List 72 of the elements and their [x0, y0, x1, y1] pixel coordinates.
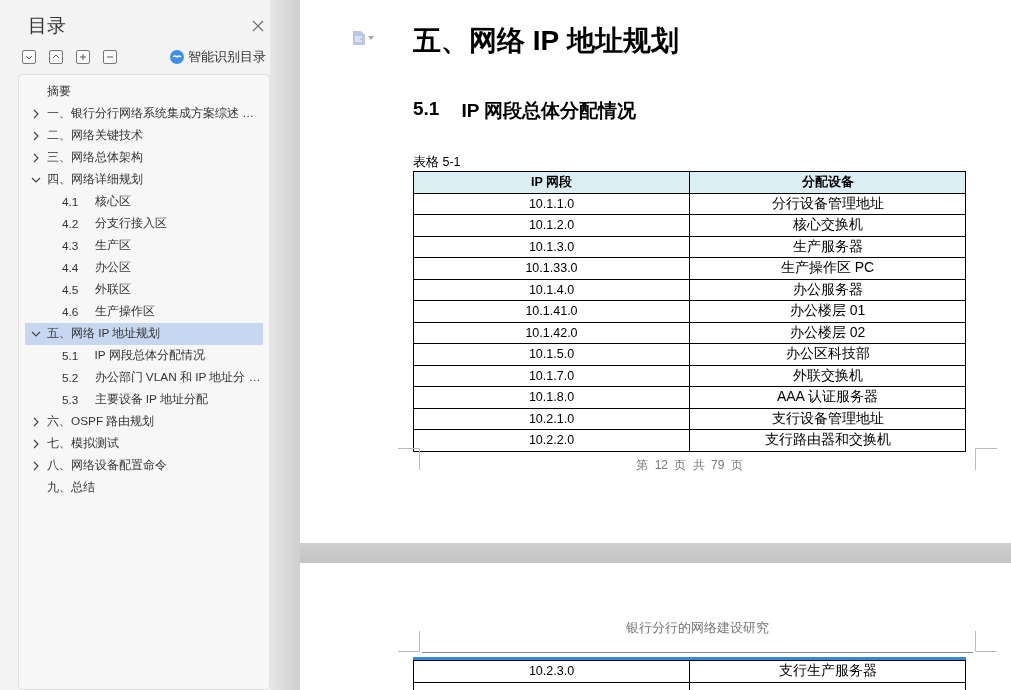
table-cell: 10.1.4.0: [413, 279, 690, 301]
toc-subitem[interactable]: 5.1 IP 网段总体分配情况: [25, 345, 263, 367]
table-cell: 核心交换机: [689, 214, 966, 236]
toc-subitem[interactable]: 5.2 办公部门 VLAN 和 IP 地址分 …: [25, 367, 263, 389]
table-cell: 分行设备管理地址: [689, 193, 966, 215]
table-cell: 办公楼层 01: [689, 300, 966, 322]
toc-subitem[interactable]: 4.6 生产操作区: [25, 301, 263, 323]
table-cell: 支行生产服务器: [689, 660, 966, 682]
toc-item[interactable]: 三、网络总体架构: [25, 147, 263, 169]
table-cell: 10.1.5.0: [413, 343, 690, 365]
toc-item[interactable]: 一、银行分行网络系统集成方案综述 …: [25, 103, 263, 125]
table-cell: 办公服务器: [689, 279, 966, 301]
toc-item[interactable]: 二、网络关键技术: [25, 125, 263, 147]
table-cell: 支行设备管理地址: [689, 408, 966, 430]
toc-item[interactable]: 九、总结: [25, 477, 263, 499]
table-cell: 10.1.41.0: [413, 300, 690, 322]
table-cell: 10.1.2.0: [413, 214, 690, 236]
toc-item[interactable]: 四、网络详细规划: [25, 169, 263, 191]
smart-icon: [170, 50, 184, 64]
toc-subitem[interactable]: 4.2 分支行接入区: [25, 213, 263, 235]
page-header: 银行分行的网络建设研究: [625, 620, 770, 637]
toc-item[interactable]: 八、网络设备配置命令: [25, 455, 263, 477]
table-cell: 10.1.8.0: [413, 386, 690, 408]
chevron-icon[interactable]: [31, 439, 41, 449]
table-cell: 办公楼层 02: [689, 322, 966, 344]
toc-subitem[interactable]: 5.3 主要设备 IP 地址分配: [25, 389, 263, 411]
table-cell: 办公区科技部: [689, 343, 966, 365]
crop-mark: [398, 631, 420, 653]
table-caption: 表格 5-1: [413, 154, 462, 171]
toc-subitem[interactable]: 4.3 生产区: [25, 235, 263, 257]
chevron-icon[interactable]: [31, 329, 41, 339]
chevron-icon[interactable]: [31, 131, 41, 141]
page-footer: 第 12 页 共 79 页: [413, 456, 966, 474]
table-cell: 生产操作区 PC: [689, 257, 966, 279]
smart-toc-button[interactable]: 智能识别目录: [170, 48, 266, 66]
toc-item[interactable]: 五、网络 IP 地址规划: [25, 323, 263, 345]
table-cell: 10.2.2.0: [413, 429, 690, 451]
section-heading: 5.1 IP 网段总体分配情况: [413, 98, 638, 123]
toc-subitem[interactable]: 4.1 核心区: [25, 191, 263, 213]
table-cell: 10.2.1.0: [413, 408, 690, 430]
chevron-icon[interactable]: [31, 109, 41, 119]
crop-mark: [398, 448, 420, 470]
chevron-icon[interactable]: [31, 417, 41, 427]
toc-item[interactable]: 六、OSPF 路由规划: [25, 411, 263, 433]
toc-item[interactable]: 七、模拟测试: [25, 433, 263, 455]
table-cell: 外联交换机: [689, 365, 966, 387]
toc-item[interactable]: 摘要: [25, 81, 263, 103]
chevron-icon[interactable]: [31, 175, 41, 185]
table-cell: 10.1.7.0: [413, 365, 690, 387]
chapter-heading: 五、网络 IP 地址规划: [413, 24, 680, 58]
table-cell: 10.2.3.0: [413, 660, 690, 682]
column-header: 分配设备: [689, 171, 966, 193]
panel-title: 目录: [28, 14, 66, 38]
table-cell: 10.1.3.0: [413, 236, 690, 258]
table-cell: AAA 认证服务器: [689, 386, 966, 408]
expand-all-icon[interactable]: [22, 50, 36, 64]
crop-mark: [975, 631, 997, 653]
table-cell: 10.1.1.0: [413, 193, 690, 215]
close-icon[interactable]: [252, 20, 264, 32]
table-cell: 10.1.42.0: [413, 322, 690, 344]
table-cell: 生产服务器: [689, 236, 966, 258]
crop-mark: [975, 448, 997, 470]
remove-icon[interactable]: [103, 50, 117, 64]
table-cell: 支行路由器和交换机: [689, 429, 966, 451]
add-icon[interactable]: [76, 50, 90, 64]
collapse-all-icon[interactable]: [49, 50, 63, 64]
toc-subitem[interactable]: 4.5 外联区: [25, 279, 263, 301]
table-cell: 10.1.33.0: [413, 257, 690, 279]
toc-subitem[interactable]: 4.4 办公区: [25, 257, 263, 279]
chevron-icon[interactable]: [31, 153, 41, 163]
chevron-icon[interactable]: [31, 461, 41, 471]
column-header: IP 网段: [413, 171, 690, 193]
